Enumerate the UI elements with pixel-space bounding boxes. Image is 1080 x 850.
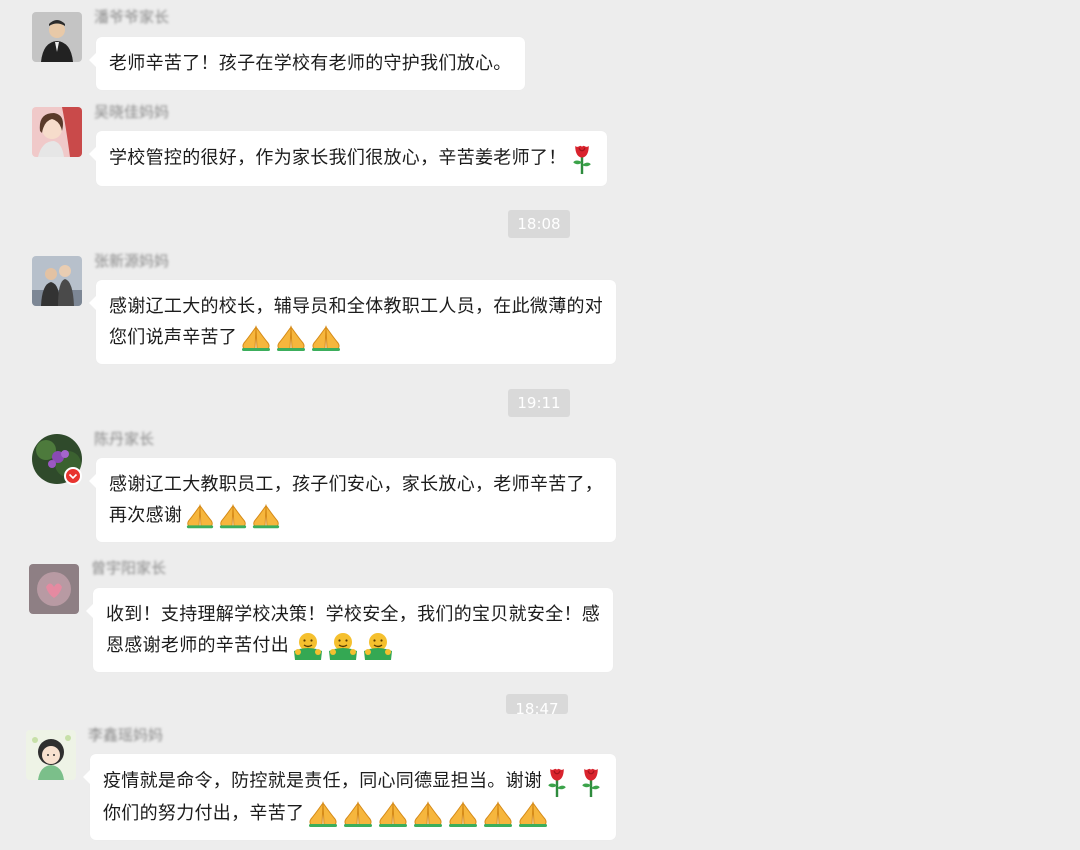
rose-icon [570, 142, 594, 175]
pray-icon [342, 800, 374, 828]
hug-icon [292, 631, 324, 661]
hug-icon [327, 631, 359, 661]
message-bubble[interactable]: 老师辛苦了！孩子在学校有老师的守护我们放心。 [89, 37, 525, 90]
sender-name: 李鑫瑶妈妈 [88, 726, 164, 744]
avatar[interactable] [32, 256, 82, 306]
pray-icon [310, 324, 342, 352]
pray-icon [185, 502, 215, 530]
sender-name: 陈丹家长 [94, 430, 155, 448]
message-text: 疫情就是命令，防控就是责任，同心同德显担当。谢谢 [103, 770, 543, 792]
avatar-image [32, 107, 82, 157]
avatar[interactable] [32, 107, 82, 157]
pray-icon [377, 800, 409, 828]
message-text: 老师辛苦了！孩子在学校有老师的守护我们放心。 [109, 53, 512, 74]
pray-icon [447, 800, 479, 828]
pray-icon [307, 800, 339, 828]
pray-icon [517, 800, 549, 828]
message-bubble[interactable]: 疫情就是命令，防控就是责任，同心同德显担当。谢谢 你们的努力付出，辛苦了 [82, 754, 617, 840]
timestamp: 18:47 [506, 694, 568, 714]
avatar[interactable] [29, 564, 79, 614]
timestamp: 19:11 [508, 389, 570, 417]
message-text: 恩感谢老师的辛苦付出 [106, 635, 289, 656]
rose-icon [579, 765, 603, 798]
pray-icon [251, 502, 281, 530]
message-text: 再次感谢 [109, 505, 183, 526]
avatar-image [32, 256, 82, 306]
message-bubble[interactable]: 收到！支持理解学校决策！学校安全，我们的宝贝就安全！感 恩感谢老师的辛苦付出 [85, 588, 614, 672]
sender-name: 吴晓佳妈妈 [94, 103, 170, 121]
pray-icon [412, 800, 444, 828]
sender-name: 曾宇阳家长 [91, 559, 167, 577]
red-badge-icon [64, 467, 82, 485]
avatar[interactable] [32, 12, 82, 62]
rose-icon [545, 765, 569, 798]
message-bubble[interactable]: 感谢辽工大的校长，辅导员和全体教职工人员，在此微薄的对 您们说声辛苦了 [88, 280, 617, 364]
timestamp: 18:08 [508, 210, 570, 238]
avatar-image [32, 12, 82, 62]
avatar-image [26, 730, 76, 780]
pray-icon [482, 800, 514, 828]
message-text: 感谢辽工大的校长，辅导员和全体教职工人员，在此微薄的对 [109, 296, 604, 317]
message-bubble[interactable]: 学校管控的很好，作为家长我们很放心，辛苦姜老师了！ [89, 131, 607, 186]
pray-icon [275, 324, 307, 352]
message-text: 学校管控的很好，作为家长我们很放心，辛苦姜老师了！ [109, 147, 567, 169]
pray-icon [240, 324, 272, 352]
chat-window: 潘爷爷家长 老师辛苦了！孩子在学校有老师的守护我们放心。 吴晓佳妈妈 学校管控的… [0, 0, 1080, 850]
avatar[interactable] [26, 730, 76, 780]
message-text: 收到！支持理解学校决策！学校安全，我们的宝贝就安全！感 [106, 604, 601, 625]
pray-icon [218, 502, 248, 530]
sender-name: 张新源妈妈 [94, 252, 170, 270]
message-text: 感谢辽工大教职员工，孩子们安心，家长放心，老师辛苦了， [109, 474, 604, 495]
sender-name: 潘爷爷家长 [94, 8, 170, 26]
avatar-image [29, 564, 79, 614]
hug-icon [362, 631, 394, 661]
message-bubble[interactable]: 感谢辽工大教职员工，孩子们安心，家长放心，老师辛苦了， 再次感谢 [88, 458, 617, 542]
message-text: 您们说声辛苦了 [109, 327, 238, 348]
message-text: 你们的努力付出，辛苦了 [103, 803, 305, 824]
